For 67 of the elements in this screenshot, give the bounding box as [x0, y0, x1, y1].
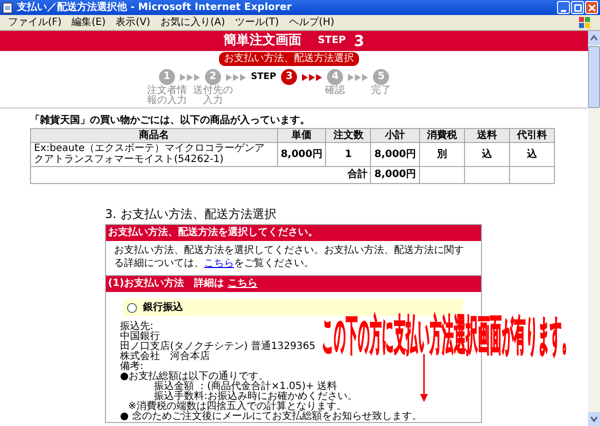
cart-intro-text: 「雑貨天国」の買い物かごには、以下の商品が入っています。 [30, 115, 311, 127]
column-header: 消費税 [420, 128, 464, 142]
scroll-thumb[interactable] [588, 46, 600, 108]
window-title: 支払い／配送方法選択他 - Microsoft Internet Explorer [17, 2, 293, 14]
menu-item[interactable]: 表示(V) [116, 16, 150, 28]
radio-button[interactable] [127, 302, 137, 313]
step-label: 完了 [370, 86, 392, 96]
step-word: STEP [250, 72, 276, 83]
step-number: 4 [327, 69, 344, 85]
panel-header: お支払い方法、配送方法を選択してください。 [106, 225, 481, 242]
total-label: 合計 [30, 166, 371, 184]
down-arrow-icon [420, 354, 428, 402]
detail-line: 中国銀行 [120, 332, 160, 342]
menu-item[interactable]: お気に入り(A) [160, 16, 225, 28]
details-link[interactable]: こちら [228, 278, 258, 290]
menu-item[interactable]: ヘルプ(H) [288, 16, 334, 28]
payment-method-title: (1)お支払い方法 詳細は [108, 278, 224, 290]
scroll-up-icon[interactable] [588, 31, 600, 45]
table-cell: 込 [510, 142, 554, 166]
table-cell: Ex:beaute（エクスボーテ）マイクロコラーゲンアクアトランスフォマーモイスト(54262-1) [30, 142, 278, 166]
current-step-tooltip: お支払い方法、配送方法選択 [219, 52, 360, 66]
table-cell: 別 [420, 142, 464, 166]
section-heading: 3. お支払い方法、配送方法選択 [105, 208, 278, 222]
step-label: 確認 [324, 86, 346, 96]
payment-option-label: 銀行振込 [143, 302, 183, 314]
table-cell: 1 [326, 142, 371, 166]
banner-title: 簡単注文画面 [224, 33, 302, 49]
arrows-icon [302, 74, 322, 81]
close-icon [588, 4, 596, 12]
column-header: 小計 [370, 128, 420, 142]
maximize-icon [574, 4, 582, 12]
menu-item[interactable]: ファイル(F) [8, 16, 62, 28]
step-number: 1 [158, 69, 175, 85]
detail-line: 備考: [120, 362, 144, 372]
menu-item[interactable]: 編集(E) [72, 16, 106, 28]
maximize-button[interactable] [571, 1, 584, 14]
step-label: 注文者情報の入力 [146, 86, 187, 106]
scroll-down-icon[interactable] [588, 412, 600, 426]
banner-step-label: STEP [318, 35, 346, 47]
scrollbar[interactable] [588, 31, 600, 426]
column-header: 注文数 [326, 128, 371, 142]
total-value: 8,000円 [370, 166, 420, 184]
details-link[interactable]: こちら [204, 258, 234, 269]
detail-line: 振込先: [120, 322, 154, 332]
arrows-icon [226, 74, 246, 81]
table-cell: 8,000円 [277, 142, 326, 166]
arrows-icon [180, 74, 200, 81]
step-label: 送付先の入力 [192, 86, 233, 106]
detail-line: ● 念のためご注文後にメールにてお支払総額をお知らせ致します。 [120, 412, 423, 422]
minimize-button[interactable] [557, 1, 570, 14]
column-header: 送料 [464, 128, 510, 142]
column-header: 単価 [277, 128, 326, 142]
column-header: 商品名 [30, 128, 278, 142]
step-number: 5 [373, 69, 390, 85]
step-number: 3 [281, 69, 298, 85]
menu-item[interactable]: ツール(T) [235, 16, 279, 28]
minimize-icon [561, 10, 566, 12]
column-header: 代引料 [510, 128, 554, 142]
close-button[interactable] [585, 1, 598, 14]
annotation-text: この下の方に支払い方法選択画面が有ります。 [322, 313, 574, 360]
table-cell: 8,000円 [370, 142, 420, 166]
page-icon [2, 2, 14, 14]
windows-logo-icon [578, 16, 592, 28]
banner-step-number: 3 [354, 32, 364, 50]
step-number: 2 [204, 69, 221, 85]
arrows-icon [348, 74, 368, 81]
table-cell: 込 [464, 142, 510, 166]
